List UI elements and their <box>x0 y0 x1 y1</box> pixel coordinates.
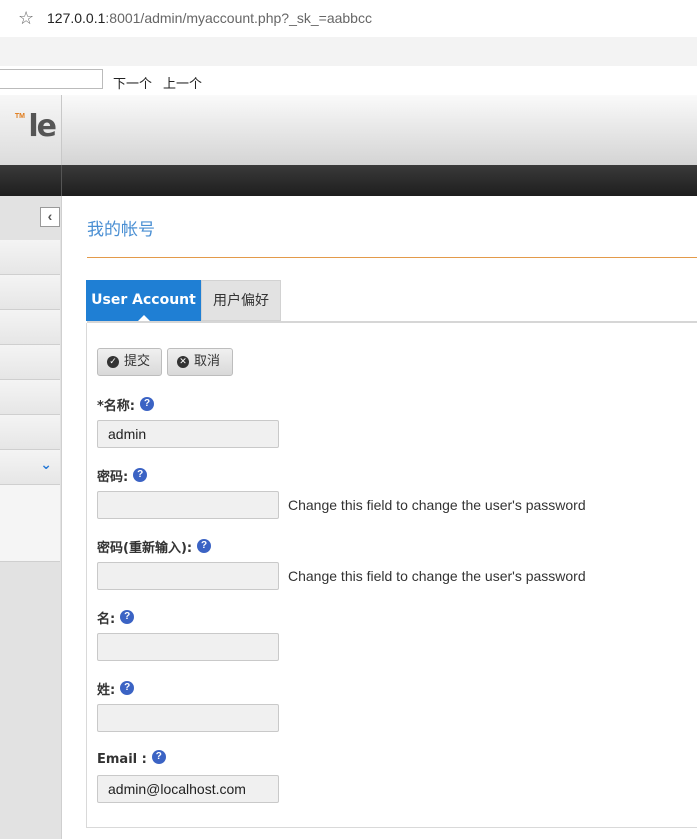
password-hint: Change this field to change the user's p… <box>288 497 586 513</box>
help-icon[interactable]: ? <box>120 610 135 624</box>
password-confirm-label-text: 密码(重新输入): <box>97 541 193 556</box>
bookmarks-strip <box>0 37 697 67</box>
sidebar-item-expanded[interactable]: ⌄ <box>0 450 60 485</box>
password-field[interactable] <box>97 491 279 519</box>
first-name-label: 名:? <box>97 608 135 627</box>
sidebar-item[interactable] <box>0 240 60 275</box>
last-name-field[interactable] <box>97 704 279 732</box>
sidebar-item[interactable] <box>0 415 60 450</box>
address-bar: ☆ 127.0.0.1:8001/admin/myaccount.php?_sk… <box>0 0 697 38</box>
tab-user-account[interactable]: User Account <box>86 280 201 322</box>
cancel-button[interactable]: ✕ 取消 <box>167 348 233 376</box>
top-nav-bar <box>0 165 697 196</box>
url-field[interactable]: 127.0.0.1:8001/admin/myaccount.php?_sk_=… <box>47 10 372 26</box>
help-icon[interactable]: ? <box>140 397 154 411</box>
email-field[interactable] <box>97 775 279 803</box>
help-icon[interactable]: ? <box>151 750 166 764</box>
logo-trademark: TM <box>14 113 25 120</box>
password-label: 密码:? <box>97 466 148 485</box>
url-path: :8001/admin/myaccount.php?_sk_=aabbcc <box>105 10 372 26</box>
logo[interactable]: le <box>28 109 57 144</box>
logo-area: le TM <box>0 95 62 165</box>
help-icon[interactable]: ? <box>197 539 212 553</box>
submit-button[interactable]: ✓ 提交 <box>97 348 162 376</box>
last-name-label: 姓:? <box>97 679 135 698</box>
help-icon[interactable]: ? <box>133 468 148 482</box>
tab-user-preferences[interactable]: 用户偏好 <box>201 280 281 321</box>
password-confirm-hint: Change this field to change the user's p… <box>288 568 586 584</box>
main-content: 我的帐号 User Account 用户偏好 ✓ 提交 ✕ 取消 *名称:? 密… <box>62 196 697 839</box>
submit-label: 提交 <box>124 354 151 369</box>
password-confirm-label: 密码(重新输入):? <box>97 537 212 556</box>
sidebar: ‹ ⌄ <box>0 196 62 839</box>
name-field[interactable] <box>97 420 279 448</box>
sidebar-item[interactable] <box>0 345 60 380</box>
bookmark-star-icon[interactable]: ☆ <box>18 8 34 28</box>
first-name-label-text: 名: <box>97 612 116 627</box>
sidebar-item[interactable] <box>0 310 60 345</box>
name-label-text: *名称: <box>97 399 135 414</box>
email-label-text: Email : <box>97 752 147 767</box>
nav-divider <box>61 165 62 196</box>
title-divider <box>87 257 697 258</box>
find-next-button[interactable]: 下一个 <box>113 73 152 92</box>
password-label-text: 密码: <box>97 470 129 485</box>
page-title: 我的帐号 <box>87 220 155 240</box>
check-icon: ✓ <box>107 356 119 368</box>
last-name-label-text: 姓: <box>97 683 116 698</box>
cancel-label: 取消 <box>194 354 221 369</box>
find-bar: 下一个 上一个 <box>0 66 697 96</box>
password-confirm-field[interactable] <box>97 562 279 590</box>
sidebar-item[interactable] <box>0 275 60 310</box>
help-icon[interactable]: ? <box>120 681 135 695</box>
chevron-down-icon: ⌄ <box>40 456 52 472</box>
find-previous-button[interactable]: 上一个 <box>163 73 202 92</box>
sidebar-submenu <box>0 485 60 562</box>
collapse-sidebar-icon[interactable]: ‹ <box>40 207 60 227</box>
find-input[interactable] <box>0 69 103 89</box>
email-label: Email :? <box>97 750 166 767</box>
header-bar <box>62 95 697 165</box>
name-label: *名称:? <box>97 395 154 414</box>
sidebar-item[interactable] <box>0 380 60 415</box>
first-name-field[interactable] <box>97 633 279 661</box>
close-icon: ✕ <box>177 356 189 368</box>
url-host: 127.0.0.1 <box>47 10 106 26</box>
